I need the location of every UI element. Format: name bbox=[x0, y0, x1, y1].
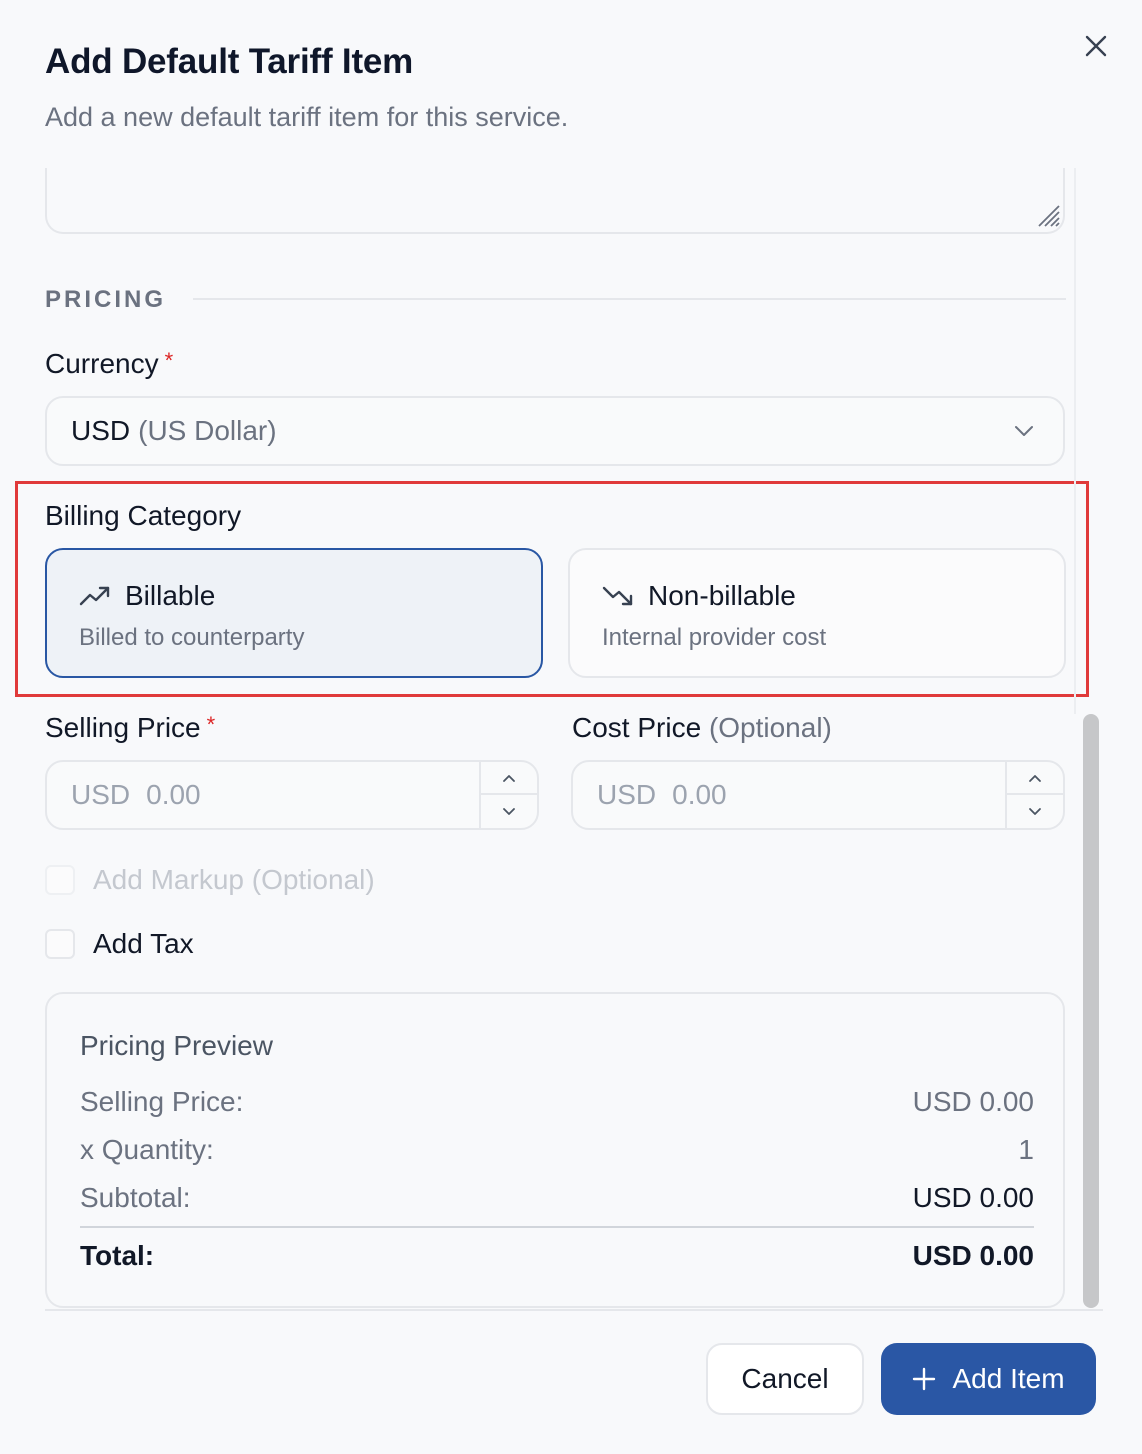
selling-price-label-text: Selling Price bbox=[45, 712, 201, 743]
footer-divider bbox=[45, 1309, 1103, 1311]
dialog-body[interactable]: PRICING Currency * USD (US Dollar) Billin… bbox=[0, 168, 1102, 1312]
increment-button[interactable] bbox=[481, 762, 537, 795]
currency-code: USD bbox=[71, 415, 131, 446]
increment-button[interactable] bbox=[1007, 762, 1063, 795]
currency-prefix: USD bbox=[71, 779, 131, 810]
billing-category-label: Billing Category bbox=[45, 500, 242, 531]
currency-name: (US Dollar) bbox=[138, 415, 277, 446]
billing-option-header: Billable bbox=[79, 578, 509, 614]
trending-up-icon bbox=[79, 586, 110, 606]
cost-price-placeholder: 0.00 bbox=[672, 779, 727, 810]
close-button[interactable] bbox=[1076, 26, 1116, 66]
required-indicator: * bbox=[206, 712, 216, 737]
scrollbar-track bbox=[1074, 168, 1076, 714]
plus-icon bbox=[913, 1367, 936, 1391]
chevron-down-icon bbox=[1029, 807, 1041, 815]
selling-price-label: Selling Price * bbox=[45, 712, 215, 744]
pricing-preview-panel: Pricing Preview Selling Price: USD 0.00 … bbox=[45, 992, 1065, 1308]
preview-row-selling-price: Selling Price: USD 0.00 bbox=[80, 1086, 1034, 1118]
selling-price-input[interactable]: USD 0.00 bbox=[45, 760, 539, 830]
preview-row-label: Selling Price: bbox=[80, 1086, 244, 1117]
cost-price-input[interactable]: USD 0.00 bbox=[571, 760, 1065, 830]
selling-price-stepper bbox=[479, 762, 537, 828]
resize-handle-icon[interactable] bbox=[1035, 202, 1061, 228]
add-markup-label: Add Markup (Optional) bbox=[93, 864, 375, 895]
preview-row-value: 1 bbox=[1018, 1134, 1034, 1165]
preview-divider bbox=[80, 1226, 1034, 1228]
dialog-subtitle: Add a new default tariff item for this s… bbox=[45, 102, 569, 132]
preview-row-value: USD 0.00 bbox=[912, 1086, 1034, 1117]
preview-row-quantity: x Quantity: 1 bbox=[80, 1134, 1034, 1166]
section-divider bbox=[193, 298, 1066, 300]
currency-select[interactable]: USD (US Dollar) bbox=[45, 396, 1065, 466]
preview-row-total: Total: USD 0.00 bbox=[80, 1240, 1034, 1272]
cost-price-stepper bbox=[1005, 762, 1063, 828]
add-tax-checkbox[interactable] bbox=[45, 929, 75, 959]
add-tax-label: Add Tax bbox=[93, 928, 194, 959]
cost-price-label-text: Cost Price bbox=[572, 712, 702, 743]
add-item-label: Add Item bbox=[952, 1363, 1065, 1394]
billing-option-title: Billable bbox=[125, 580, 216, 611]
decrement-button[interactable] bbox=[481, 795, 537, 828]
currency-prefix: USD bbox=[597, 779, 657, 810]
description-textarea[interactable] bbox=[45, 168, 1065, 234]
cancel-button[interactable]: Cancel bbox=[706, 1343, 864, 1415]
preview-row-value: USD 0.00 bbox=[912, 1182, 1034, 1213]
decrement-button[interactable] bbox=[1007, 795, 1063, 828]
billing-option-description: Internal provider cost bbox=[602, 624, 827, 651]
preview-total-label: Total: bbox=[80, 1240, 155, 1271]
preview-total-value: USD 0.00 bbox=[912, 1240, 1034, 1271]
add-item-button[interactable]: Add Item bbox=[881, 1343, 1096, 1415]
billing-option-billable[interactable]: Billable Billed to counterparty bbox=[45, 548, 543, 678]
close-icon bbox=[1085, 35, 1107, 57]
add-markup-row: Add Markup (Optional) bbox=[45, 864, 375, 896]
billing-option-non-billable[interactable]: Non-billable Internal provider cost bbox=[568, 548, 1066, 678]
chevron-up-icon bbox=[503, 774, 515, 782]
pricing-section-label: PRICING bbox=[45, 286, 167, 313]
add-tax-row: Add Tax bbox=[45, 928, 194, 960]
add-markup-checkbox[interactable] bbox=[45, 865, 75, 895]
scrollbar-thumb[interactable] bbox=[1083, 714, 1099, 1308]
preview-row-label: x Quantity: bbox=[80, 1134, 214, 1165]
required-indicator: * bbox=[164, 348, 174, 373]
billing-option-description: Billed to counterparty bbox=[79, 624, 305, 651]
preview-row-label: Subtotal: bbox=[80, 1182, 191, 1213]
chevron-up-icon bbox=[1029, 774, 1041, 782]
currency-label-text: Currency bbox=[45, 348, 159, 379]
billing-option-header: Non-billable bbox=[602, 578, 1032, 614]
chevron-down-icon bbox=[1015, 426, 1033, 436]
trending-down-icon bbox=[602, 586, 633, 606]
preview-row-subtotal: Subtotal: USD 0.00 bbox=[80, 1182, 1034, 1214]
dialog-title: Add Default Tariff Item bbox=[45, 42, 414, 81]
pricing-preview-title: Pricing Preview bbox=[80, 1030, 273, 1061]
billing-option-title: Non-billable bbox=[648, 580, 796, 611]
optional-hint: (Optional) bbox=[708, 712, 832, 743]
add-tariff-item-dialog: Add Default Tariff Item Add a new defaul… bbox=[0, 0, 1142, 1454]
chevron-down-icon bbox=[503, 807, 515, 815]
cost-price-label: Cost Price (Optional) bbox=[572, 712, 832, 744]
selling-price-placeholder: 0.00 bbox=[146, 779, 201, 810]
currency-label: Currency * bbox=[45, 348, 173, 380]
